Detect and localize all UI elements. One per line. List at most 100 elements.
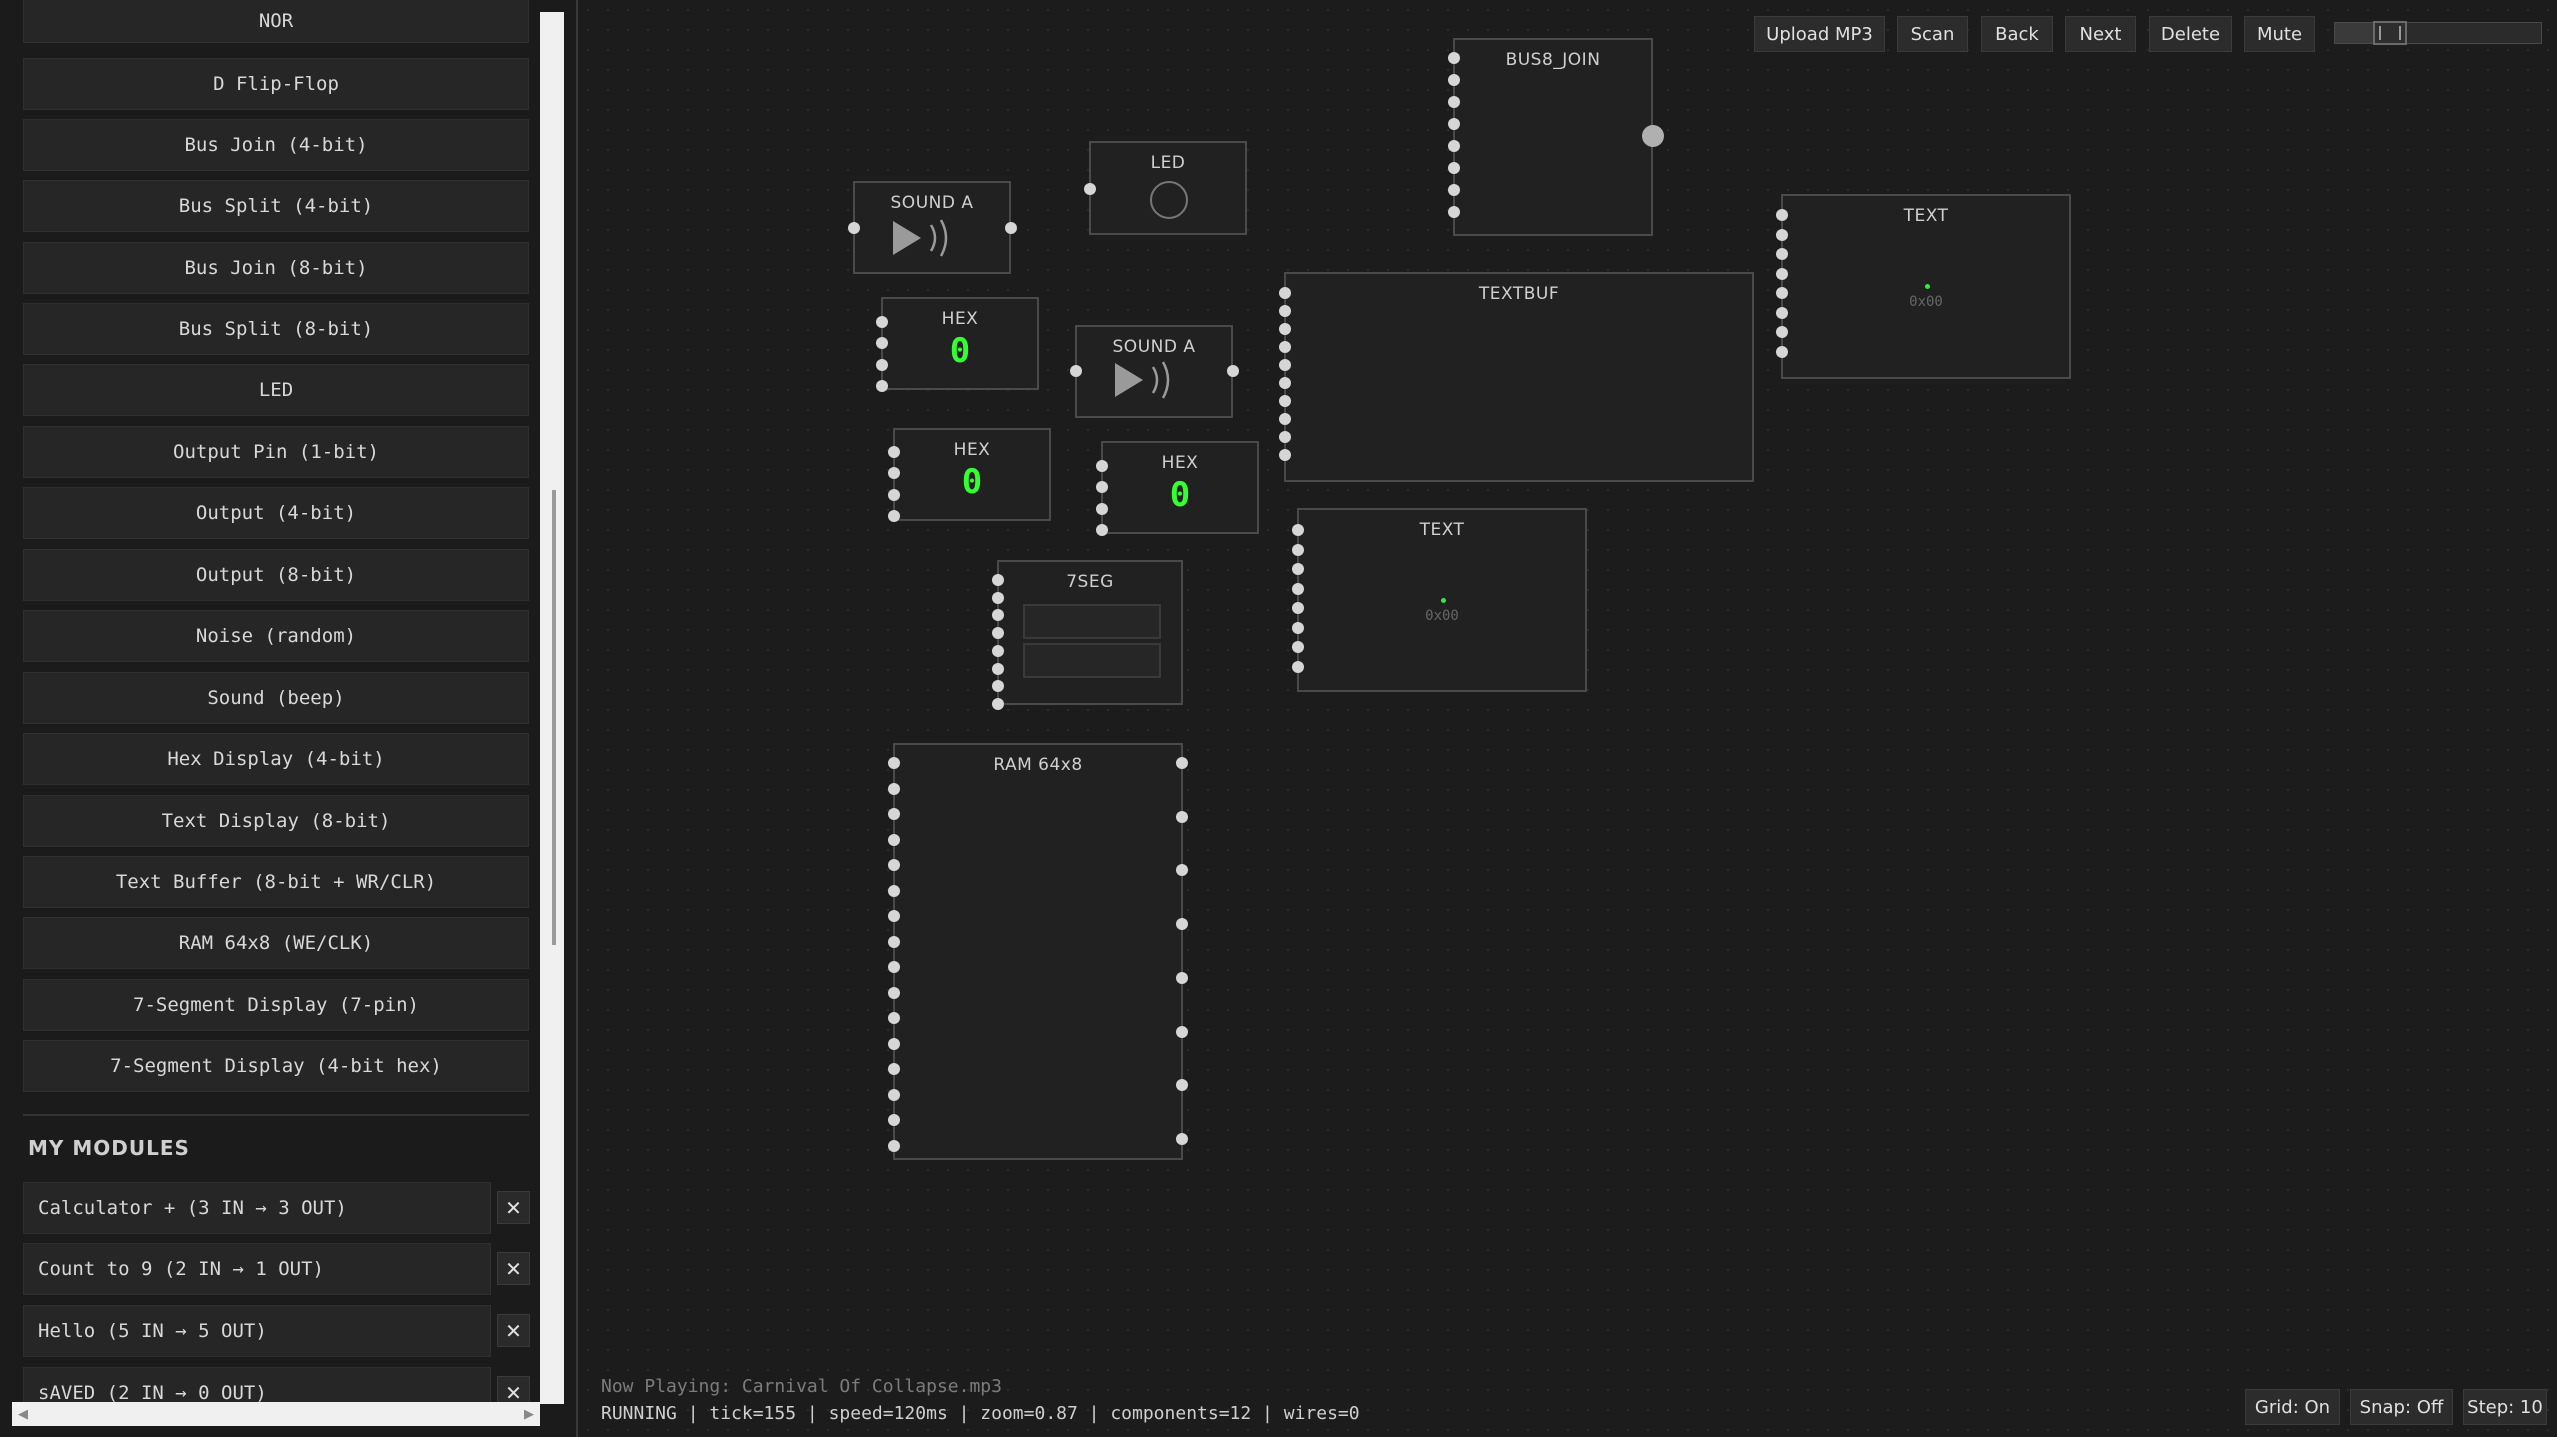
component-pin[interactable] xyxy=(1279,395,1291,407)
component-pin[interactable] xyxy=(1096,481,1108,494)
component-pin[interactable] xyxy=(1292,582,1304,595)
component-pin[interactable] xyxy=(888,446,900,458)
close-icon[interactable]: ✕ xyxy=(497,1314,530,1347)
library-item[interactable]: Output (8-bit) xyxy=(23,549,529,601)
delete-button[interactable]: Delete xyxy=(2149,16,2232,52)
component-pin[interactable] xyxy=(992,574,1004,586)
my-module-item[interactable]: Hello (5 IN → 5 OUT) xyxy=(23,1305,491,1357)
component-pin[interactable] xyxy=(1279,431,1291,443)
component-pin[interactable] xyxy=(992,627,1004,640)
component-pin[interactable] xyxy=(1279,287,1291,299)
component-pin[interactable] xyxy=(1448,206,1460,218)
library-item[interactable]: Text Display (8-bit) xyxy=(23,795,529,847)
sidebar-scroll-thumb[interactable] xyxy=(552,490,556,945)
component-pin[interactable] xyxy=(876,358,888,371)
component-pin[interactable] xyxy=(1279,323,1291,335)
component-pin[interactable] xyxy=(1279,341,1291,353)
library-item[interactable]: Bus Split (8-bit) xyxy=(23,303,529,355)
component-sound-a[interactable]: SOUND A xyxy=(853,181,1011,274)
component-led[interactable]: LED xyxy=(1089,141,1247,235)
component-pin[interactable] xyxy=(1292,660,1304,673)
snap-toggle-button[interactable]: Snap: Off xyxy=(2350,1389,2453,1425)
mute-button[interactable]: Mute xyxy=(2244,16,2315,52)
component-pin[interactable] xyxy=(1776,209,1788,221)
component-pin[interactable] xyxy=(888,757,900,769)
component-pin[interactable] xyxy=(1292,641,1304,653)
library-item[interactable]: RAM 64x8 (WE/CLK) xyxy=(23,917,529,969)
component-pin[interactable] xyxy=(1279,377,1291,389)
sidebar-horizontal-scrollbar[interactable] xyxy=(12,1402,540,1426)
library-item[interactable]: Hex Display (4-bit) xyxy=(23,733,529,785)
library-item[interactable]: NOR xyxy=(23,0,529,43)
component-ram-64x8[interactable]: RAM 64x8 xyxy=(893,743,1183,1160)
component-sound-a[interactable]: SOUND A xyxy=(1075,325,1233,418)
component-pin[interactable] xyxy=(888,782,900,795)
next-button[interactable]: Next xyxy=(2065,16,2136,52)
component-pin[interactable] xyxy=(1776,345,1788,358)
component-pin[interactable] xyxy=(876,316,888,328)
component-pin[interactable] xyxy=(1448,162,1460,174)
component-pin[interactable] xyxy=(1084,183,1096,195)
close-icon[interactable]: ✕ xyxy=(497,1252,530,1285)
component-pin[interactable] xyxy=(1776,228,1788,241)
component-pin[interactable] xyxy=(992,609,1004,622)
library-item[interactable]: D Flip-Flop xyxy=(23,58,529,110)
component-pin[interactable] xyxy=(1292,621,1304,634)
component-pin[interactable] xyxy=(1176,757,1188,769)
component-pin[interactable] xyxy=(1070,365,1082,377)
component-pin[interactable] xyxy=(1776,267,1788,280)
library-item[interactable]: Noise (random) xyxy=(23,610,529,662)
close-icon[interactable]: ✕ xyxy=(497,1191,530,1224)
library-item[interactable]: Bus Join (4-bit) xyxy=(23,119,529,171)
component-hex-display[interactable]: HEX 0 xyxy=(881,297,1039,390)
component-pin[interactable] xyxy=(888,467,900,480)
component-bus8-join[interactable]: BUS8_JOIN xyxy=(1453,38,1653,236)
component-hex-display[interactable]: HEX 0 xyxy=(1101,441,1259,534)
library-item[interactable]: Output (4-bit) xyxy=(23,487,529,539)
component-pin[interactable] xyxy=(876,337,888,350)
component-pin[interactable] xyxy=(1292,602,1304,614)
component-text-display[interactable]: TEXT 0x00 xyxy=(1297,508,1587,692)
component-pin[interactable] xyxy=(888,833,900,846)
component-pin[interactable] xyxy=(888,1088,900,1101)
component-pin[interactable] xyxy=(1776,248,1788,260)
component-pin[interactable] xyxy=(992,680,1004,693)
library-item[interactable]: Bus Join (8-bit) xyxy=(23,242,529,294)
component-pin[interactable] xyxy=(1279,449,1291,461)
upload-mp3-button[interactable]: Upload MP3 xyxy=(1754,16,1885,52)
component-pin[interactable] xyxy=(1176,810,1188,823)
component-pin[interactable] xyxy=(1448,118,1460,130)
library-item[interactable]: LED xyxy=(23,364,529,416)
component-pin[interactable] xyxy=(1448,52,1460,64)
component-pin[interactable] xyxy=(1096,523,1108,536)
component-pin[interactable] xyxy=(888,935,900,948)
component-pin[interactable] xyxy=(888,488,900,501)
component-pin[interactable] xyxy=(1776,306,1788,319)
component-pin[interactable] xyxy=(888,1063,900,1075)
scan-button[interactable]: Scan xyxy=(1897,16,1968,52)
component-pin[interactable] xyxy=(1292,563,1304,575)
component-pin[interactable] xyxy=(1176,864,1188,877)
component-pin[interactable] xyxy=(1096,460,1108,472)
component-pin[interactable] xyxy=(1279,305,1291,317)
component-pin[interactable] xyxy=(1227,365,1239,377)
circuit-canvas[interactable]: BUS8_JOIN LED SOUND A HEX 0 SOUND A HEX … xyxy=(578,0,2557,1437)
component-pin[interactable] xyxy=(1292,524,1304,536)
component-7-segment[interactable]: 7SEG xyxy=(997,560,1183,705)
component-pin[interactable] xyxy=(1448,96,1460,108)
component-pin[interactable] xyxy=(1448,184,1460,196)
component-pin[interactable] xyxy=(888,961,900,973)
component-pin[interactable] xyxy=(888,808,900,820)
component-pin[interactable] xyxy=(1005,222,1017,234)
component-pin[interactable] xyxy=(1279,413,1291,425)
volume-slider-handle[interactable] xyxy=(2373,21,2407,45)
component-pin[interactable] xyxy=(888,1139,900,1152)
component-pin[interactable] xyxy=(1096,502,1108,515)
component-pin[interactable] xyxy=(1448,140,1460,152)
library-item[interactable]: Output Pin (1-bit) xyxy=(23,426,529,478)
component-pin[interactable] xyxy=(1176,971,1188,984)
component-pin[interactable] xyxy=(992,697,1004,710)
component-pin[interactable] xyxy=(1292,543,1304,556)
library-item[interactable]: Text Buffer (8-bit + WR/CLR) xyxy=(23,856,529,908)
component-pin[interactable] xyxy=(876,379,888,392)
